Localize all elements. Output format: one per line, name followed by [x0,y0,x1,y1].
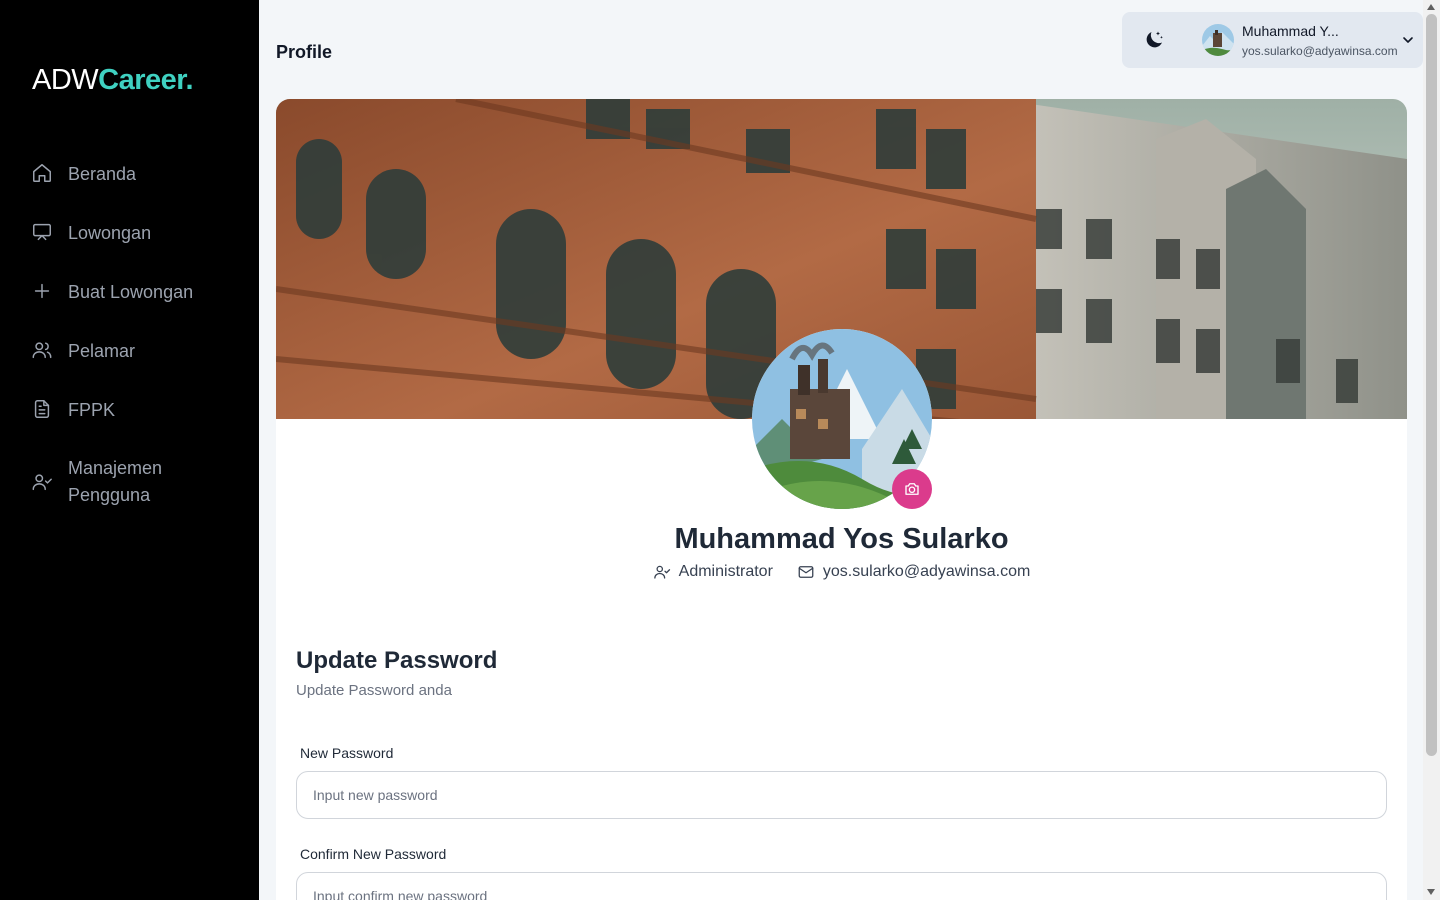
section-title: Update Password [296,647,498,674]
new-password-field-wrapper [296,771,1387,819]
section-subtitle: Update Password anda [296,682,452,699]
user-name: Muhammad Y... [1242,23,1339,39]
scrollbar[interactable] [1423,0,1440,900]
users-icon [30,338,54,362]
sidebar: ADWCareer. Beranda Lowongan Buat Lowonga… [0,0,259,900]
sidebar-item-pelamar[interactable]: Pelamar [30,338,218,365]
sidebar-item-manajemen-pengguna[interactable]: Manajemen Pengguna [30,455,218,509]
home-icon [30,161,54,185]
brand-logo[interactable]: ADWCareer. [32,64,194,97]
presentation-icon [30,220,54,244]
sidebar-item-buat-lowongan[interactable]: Buat Lowongan [30,279,218,306]
document-icon [30,397,54,421]
profile-meta: Administrator yos.sularko@adyawinsa.com [276,563,1407,581]
sidebar-item-label: FPPK [68,400,116,420]
sidebar-item-label: Pelamar [68,341,136,361]
sidebar-item-fppk[interactable]: FPPK [30,397,218,424]
change-photo-button[interactable] [892,469,932,509]
brand-part-2: Career. [98,64,194,96]
page-title: Profile [276,42,333,62]
plus-icon [30,279,54,303]
confirm-password-label: Confirm New Password [300,846,447,862]
brand-part-1: ADW [32,64,99,96]
chevron-down-icon[interactable] [1400,32,1416,48]
scrollbar-thumb[interactable] [1426,14,1437,756]
user-email: yos.sularko@adyawinsa.com [1242,44,1398,58]
confirm-password-field-wrapper [296,872,1387,900]
user-menu[interactable]: Muhammad Y... yos.sularko@adyawinsa.com [1122,12,1423,68]
profile-role-label: Administrator [678,563,773,580]
profile-card: Muhammad Yos Sularko Administrator yos.s… [276,99,1407,900]
sidebar-item-beranda[interactable]: Beranda [30,161,218,188]
avatar [1202,24,1234,56]
moon-icon[interactable] [1142,28,1166,52]
profile-name: Muhammad Yos Sularko [674,523,1009,555]
user-check-icon [30,470,54,494]
mail-icon [798,566,814,578]
profile-email-label: yos.sularko@adyawinsa.com [822,563,1031,580]
user-check-icon [653,565,670,579]
scroll-up-arrow-icon[interactable] [1427,4,1435,10]
new-password-input[interactable] [297,772,1386,818]
sidebar-item-lowongan[interactable]: Lowongan [30,220,218,247]
sidebar-item-label: Beranda [68,164,137,184]
sidebar-item-label: Lowongan [68,223,152,243]
camera-icon [905,483,919,495]
new-password-label: New Password [300,745,394,761]
sidebar-item-label: Buat Lowongan [68,282,194,302]
scroll-down-arrow-icon[interactable] [1427,889,1435,895]
profile-email: yos.sularko@adyawinsa.com [797,563,1030,581]
profile-role: Administrator [653,563,773,581]
sidebar-item-label: Manajemen Pengguna [68,458,163,505]
confirm-password-input[interactable] [297,873,1386,900]
